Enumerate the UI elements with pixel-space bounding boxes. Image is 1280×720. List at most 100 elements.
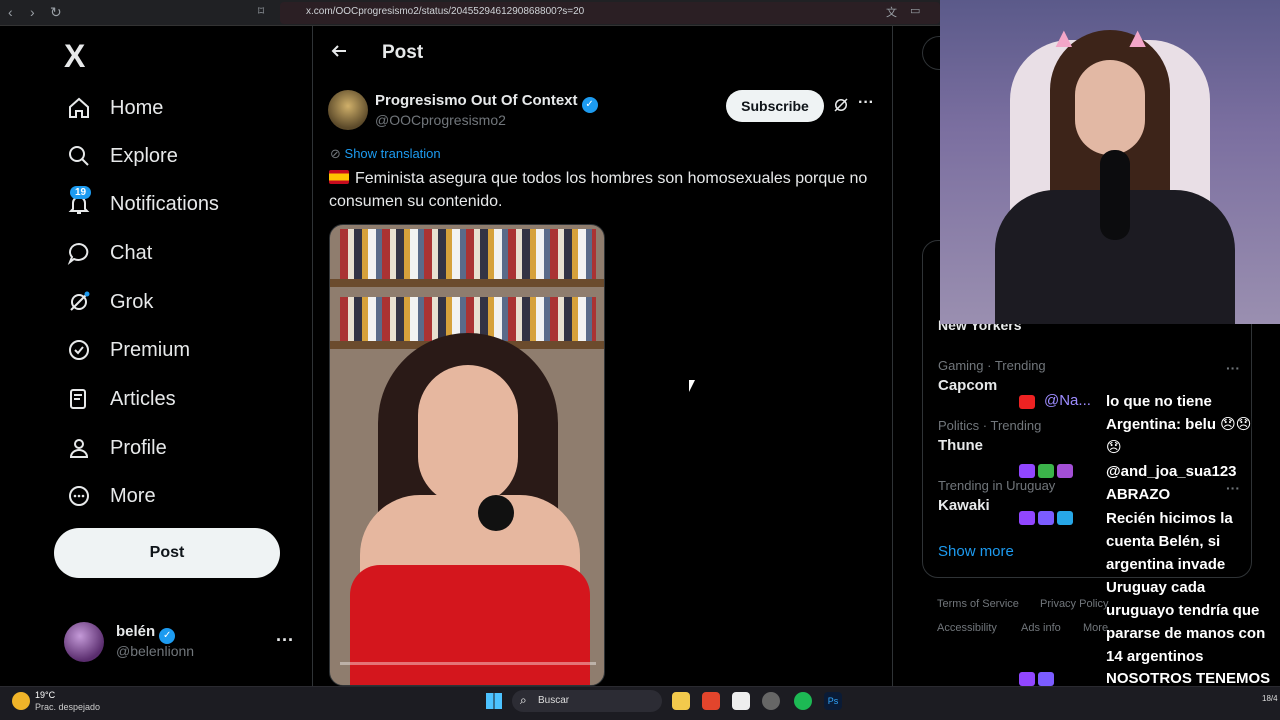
verified-icon [66,337,92,363]
app-icon[interactable] [762,692,780,710]
show-translation-link[interactable]: ⊘ Show translation [330,146,441,162]
trend-more-icon[interactable]: ··· [1226,360,1240,376]
app-icon[interactable] [732,692,750,710]
chat-username: @Na... [1044,392,1091,409]
trend-category: Politics · Trending [938,418,1042,433]
trend-category: Trending in Uruguay [938,478,1056,493]
footer-accessibility[interactable]: Accessibility [937,622,997,634]
photoshop-icon[interactable]: Ps [824,692,842,710]
cast-icon[interactable]: ▭ [910,4,920,17]
nav-label: Notifications [110,192,219,215]
show-translation-label: Show translation [344,146,441,161]
post-button[interactable]: Post [54,528,280,578]
grok-icon: ⊘ [330,146,341,161]
trend-name[interactable]: Kawaki [938,497,990,514]
video-progress-bar[interactable] [340,662,596,665]
youtube-icon [1019,395,1035,409]
trend-name[interactable]: Thune [938,437,983,454]
windows-start-icon[interactable] [486,693,502,709]
verified-badge-icon: ✓ [581,97,598,113]
footer-terms[interactable]: Terms of Service [937,598,1019,610]
show-more-link[interactable]: Show more [938,543,1014,560]
spain-flag-icon [329,170,349,184]
nav-home[interactable]: Home [66,88,163,128]
url-text: x.com/OOCprogresismo2/status/20455294612… [306,6,585,17]
nav-explore[interactable]: Explore [66,136,178,176]
brave-browser-icon[interactable] [702,692,720,710]
home-icon [66,95,92,121]
nav-label: Explore [110,144,178,167]
nav-label: Grok [110,290,154,313]
bookmark-icon[interactable]: ⌑ [258,4,264,18]
streamer-microphone [1100,150,1130,240]
badge-icon [1038,672,1054,686]
cat-ear-headphones: ▲▲ [1050,22,1198,53]
grok-icon [66,289,92,315]
streamer-face [1075,60,1145,155]
nav-label: Chat [110,241,153,264]
weather-temp: 19°C [35,690,56,700]
chat-message: Recién hicimos la cuenta Belén, si argen… [1106,510,1266,665]
weather-icon[interactable] [12,692,30,710]
footer-more[interactable]: More [1083,622,1108,634]
weather-desc: Prac. despejado [35,702,101,712]
author-name-text: Progresismo Out Of Context [375,92,578,109]
x-logo[interactable]: X [64,38,85,75]
back-arrow-icon[interactable] [330,42,348,65]
footer-ads[interactable]: Ads info [1021,622,1061,634]
author-handle[interactable]: @OOCprogresismo2 [375,112,506,128]
badge-icon [1057,464,1073,478]
nav-articles[interactable]: Articles [66,379,176,419]
nav-more[interactable]: More [66,476,156,516]
badge-icon [1057,511,1073,525]
author-avatar[interactable] [328,90,368,130]
microphone [478,495,514,531]
post-video[interactable] [329,224,605,686]
column-divider [312,26,313,686]
reload-icon[interactable]: ↻ [50,4,62,21]
twitch-icon [1019,464,1035,478]
nav-premium[interactable]: Premium [66,330,190,370]
chat-icon [66,240,92,266]
nav-grok[interactable]: Grok [66,282,153,322]
account-name-text: belén [116,623,156,640]
account-more-icon[interactable]: ··· [276,630,294,651]
nav-label: Profile [110,436,167,459]
clock-date: 18/4 [1262,694,1278,703]
nav-label: Articles [110,387,176,410]
spotify-icon[interactable] [794,692,812,710]
account-handle: @belenlionn [116,643,195,659]
forward-nav-icon[interactable]: › [30,4,35,20]
badge-icon [1038,511,1054,525]
nav-profile[interactable]: Profile [66,428,167,468]
trend-name[interactable]: Capcom [938,377,997,394]
notification-badge: 19 [70,186,92,199]
author-name[interactable]: Progresismo Out Of Context ✓ [375,92,598,113]
taskbar-search[interactable] [512,690,662,712]
file-explorer-icon[interactable] [672,692,690,710]
twitch-icon [1019,511,1035,525]
search-icon [66,143,92,169]
translate-icon[interactable]: 文 [886,4,897,20]
post-text-content: Feminista asegura que todos los hombres … [329,170,868,210]
webcam-overlay: ▲▲ [940,0,1280,324]
chat-message: lo que no tiene Argentina: belu 😞😞😞 [1106,393,1252,456]
back-nav-icon[interactable]: ‹ [8,4,13,20]
subscribe-button[interactable]: Subscribe [726,90,824,122]
bookshelf [340,229,596,279]
shelf [330,279,604,287]
nav-label: Premium [110,338,191,361]
more-options-icon[interactable]: ··· [858,94,874,112]
chat-message: @and_joa_sua123 ABRAZO [1106,463,1237,503]
taskbar-search-label: Buscar [538,695,570,706]
more-circle-icon [66,483,92,509]
mouse-cursor [689,380,695,392]
nav-chat[interactable]: Chat [66,233,152,273]
footer-privacy[interactable]: Privacy Policy [1040,598,1108,610]
badge-icon [1038,464,1054,478]
post-text: Feminista asegura que todos los hombres … [329,167,877,213]
grok-icon[interactable] [832,96,850,119]
person-icon [66,435,92,461]
avatar[interactable] [64,622,104,662]
account-name[interactable]: belén ✓ [116,623,176,644]
